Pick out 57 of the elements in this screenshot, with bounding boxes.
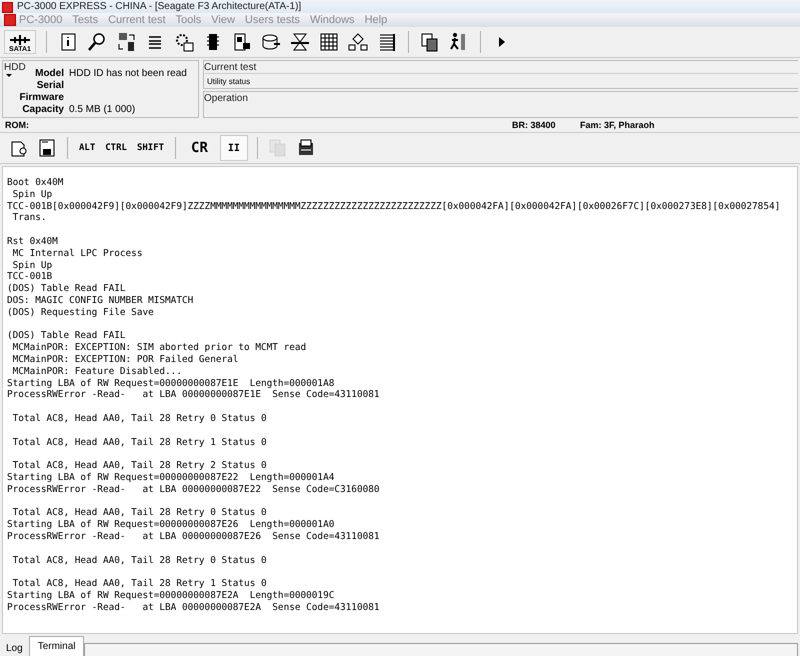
terminal-line: Starting LBA of RW Request=00000000087E1E Length=000001A8 — [7, 378, 334, 390]
terminal-line: Spin Up — [12, 260, 52, 272]
terminal-line: ProcessRWError -Read- at LBA 00000000087E2A Sense Code=43110081 — [7, 602, 380, 614]
field-value: 0.5 MB (1 000) — [69, 104, 136, 116]
key-button[interactable]: ALT — [77, 143, 98, 153]
terminal-line: MCMainPOR: EXCEPTION: POR Failed General — [12, 354, 238, 366]
terminal-line: TCC-001B — [7, 271, 52, 284]
terminal-line: (DOS) Requesting File Save — [7, 306, 154, 319]
group-title: HDD — [4, 62, 26, 73]
terminal-line: Total AC8, Head AA0, Tail 28 Retry 0 Status 0 — [12, 554, 267, 566]
tab[interactable]: Terminal — [28, 636, 84, 656]
terminal-line: Trans. — [12, 212, 47, 224]
tab[interactable]: Log — [0, 640, 29, 656]
terminal-line: MCMainPOR: Feature Disabled... — [12, 366, 182, 378]
terminal-line: MC Internal LPC Process — [12, 248, 142, 260]
family-label: Fam: 3F, Pharaoh — [580, 120, 655, 130]
terminal-line: Boot 0x40M — [7, 177, 64, 189]
rom-label: ROM: — [5, 120, 30, 130]
group-title: Operation — [204, 93, 248, 104]
terminal-line: ProcessRWError -Read- at LBA 00000000087E22 Sense Code=C3160080 — [7, 484, 380, 496]
terminal-line: Spin Up — [12, 188, 52, 201]
terminal-line: DOS: MAGIC CONFIG NUMBER MISMATCH — [7, 294, 194, 307]
diagram-icon[interactable] — [347, 31, 369, 53]
field-label: Model — [34, 68, 64, 80]
terminal-line: Starting LBA of RW Request=00000000087E2A Length=0000019C — [7, 590, 334, 602]
field-value: HDD ID has not been read — [69, 68, 187, 80]
terminal-line: ProcessRWError -Read- at LBA 00000000087E26 Sense Code=43110081 — [7, 530, 380, 543]
key-button[interactable]: SHIFT — [134, 143, 166, 153]
app-logo-icon — [2, 2, 13, 13]
field-label: Serial — [36, 80, 64, 92]
terminal-line: MCMainPOR: EXCEPTION: SIM aborted prior to MCMT read — [12, 342, 306, 354]
terminal-line: Starting LBA of RW Request=00000000087E26 Length=000001A0 — [7, 519, 334, 531]
terminal-line: Total AC8, Head AA0, Tail 28 Retry 0 Status 0 — [12, 507, 267, 520]
field-label: Firmware — [18, 92, 64, 104]
terminal-line: Total AC8, Head AA0, Tail 28 Retry 1 Status 0 — [12, 436, 267, 448]
hourglass-icon[interactable] — [289, 31, 311, 53]
utility-status-field: Utility status — [205, 73, 798, 89]
grid-icon[interactable] — [318, 31, 340, 53]
pause-button[interactable]: II — [220, 135, 248, 161]
terminal-line: Total AC8, Head AA0, Tail 28 Retry 2 Status 0 — [12, 460, 267, 472]
terminal-line: Starting LBA of RW Request=00000000087E22 Length=000001A4 — [7, 472, 334, 484]
terminal-line: (DOS) Table Read FAIL — [7, 283, 126, 295]
terminal-line: ProcessRWError -Read- at LBA 00000000087E1E Sense Code=43110081 — [7, 389, 380, 402]
terminal-line: (DOS) Table Read FAIL — [7, 330, 126, 342]
terminal-line: TCC-001B[0x000042F9][0x000042F9]ZZZZMMMMMMMMMMMMMMMMZZZZZZZZZZZZZZZZZZZZZZZZZ[0x000042FA][0x000042FA][0x00026F7C][0x000273E8][0x00027854] — [7, 200, 780, 212]
dropdown-arrow-icon[interactable] — [6, 74, 12, 77]
carriage-return-button[interactable]: CR — [185, 140, 214, 156]
terminal-line: Rst 0x40M — [7, 236, 58, 248]
app-logo-icon — [4, 14, 16, 26]
terminal-line: Total AC8, Head AA0, Tail 28 Retry 0 Status 0 — [12, 412, 267, 425]
gear-icon[interactable] — [173, 31, 195, 53]
key-button[interactable]: CTRL — [103, 143, 129, 153]
baud-rate-label: BR: 38400 — [512, 120, 557, 130]
field-label: Capacity — [21, 104, 64, 116]
group-title: Current test — [204, 62, 256, 73]
terminal-line: Total AC8, Head AA0, Tail 28 Retry 1 Status 0 — [12, 578, 267, 590]
window-title: PC-3000 EXPRESS - CHINA - [Seagate F3 Architecture(ATA-1)] — [17, 1, 302, 13]
